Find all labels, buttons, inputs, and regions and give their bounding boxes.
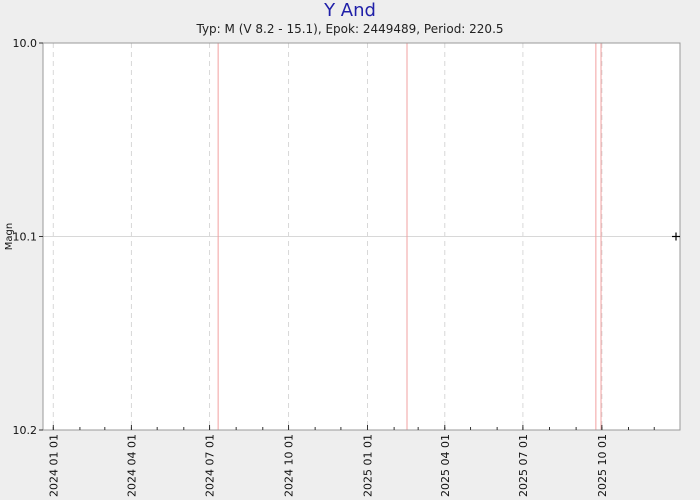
x-tick-label: 2025 10 01 xyxy=(596,434,609,497)
x-tick-label: 2024 04 01 xyxy=(125,434,138,497)
x-tick-label: 2024 07 01 xyxy=(204,434,217,497)
y-tick-label: 10.2 xyxy=(13,424,38,437)
x-tick-label: 2025 04 01 xyxy=(439,434,452,497)
y-axis-label: Magn xyxy=(4,223,15,250)
light-curve-chart: 2024 01 01 2024 04 01 2024 07 01 2024 10 01… xyxy=(4,37,681,497)
y-tick-label: 10.0 xyxy=(13,37,38,50)
y-tick-label: 10.1 xyxy=(13,231,38,244)
x-tick-label: 2024 10 01 xyxy=(283,434,296,497)
x-tick-label: 2024 01 01 xyxy=(47,434,60,497)
x-tick-label: 2025 01 01 xyxy=(362,434,375,497)
x-tick-label: 2025 07 01 xyxy=(517,434,530,497)
